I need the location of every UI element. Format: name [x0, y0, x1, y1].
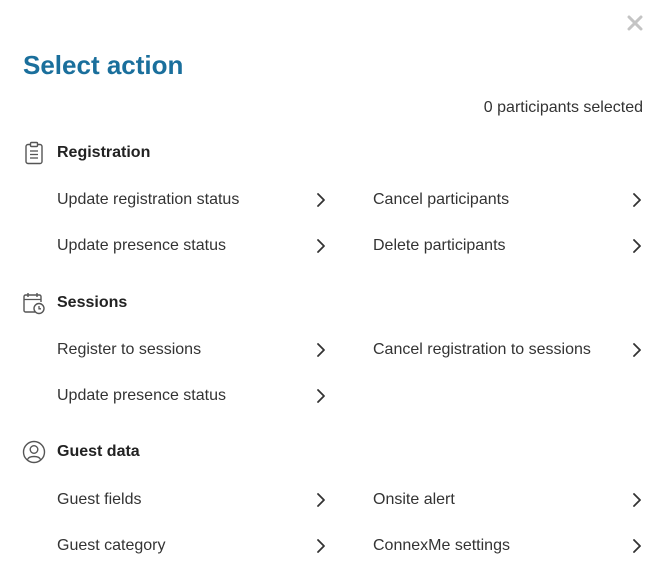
action-connexme-settings[interactable]: ConnexMe settings [373, 531, 644, 561]
user-circle-icon [22, 440, 46, 464]
action-register-to-sessions[interactable]: Register to sessions [57, 335, 328, 365]
chevron-right-icon [314, 192, 328, 208]
action-label: Delete participants [373, 237, 506, 254]
action-label: Onsite alert [373, 491, 455, 508]
chevron-right-icon [314, 238, 328, 254]
close-icon [627, 15, 643, 36]
section-title: Guest data [57, 443, 140, 460]
calendar-clock-icon [22, 291, 46, 315]
clipboard-icon [22, 141, 46, 165]
selected-count: 0 participants selected [483, 99, 643, 116]
action-label: Register to sessions [57, 341, 202, 358]
action-cancel-registration-to-sessions[interactable]: Cancel registration to sessions [373, 335, 644, 365]
section-sessions: Sessions [22, 291, 127, 315]
action-label: Cancel registration to sessions [373, 341, 591, 358]
chevron-right-icon [630, 538, 644, 554]
action-label: Cancel participants [373, 191, 510, 208]
action-guest-category[interactable]: Guest category [57, 531, 328, 561]
section-registration: Registration [22, 141, 150, 165]
chevron-right-icon [630, 492, 644, 508]
chevron-right-icon [314, 538, 328, 554]
action-label: Update registration status [57, 191, 240, 208]
action-cancel-participants[interactable]: Cancel participants [373, 185, 644, 215]
action-onsite-alert[interactable]: Onsite alert [373, 485, 644, 515]
action-update-session-presence-status[interactable]: Update presence status [57, 381, 328, 411]
chevron-right-icon [314, 492, 328, 508]
section-title: Sessions [57, 294, 128, 311]
section-guest-data: Guest data [22, 440, 140, 464]
chevron-right-icon [630, 192, 644, 208]
action-label: ConnexMe settings [373, 537, 510, 554]
action-label: Update presence status [57, 237, 226, 254]
action-label: Update presence status [57, 387, 226, 404]
dialog-title: Select action [23, 50, 184, 80]
action-delete-participants[interactable]: Delete participants [373, 231, 644, 261]
section-title: Registration [57, 144, 151, 161]
action-update-registration-status[interactable]: Update registration status [57, 185, 328, 215]
action-update-presence-status[interactable]: Update presence status [57, 231, 328, 261]
chevron-right-icon [630, 238, 644, 254]
chevron-right-icon [314, 388, 328, 404]
chevron-right-icon [630, 342, 644, 358]
action-label: Guest fields [57, 491, 142, 508]
action-label: Guest category [57, 537, 166, 554]
close-button[interactable] [625, 15, 645, 35]
action-guest-fields[interactable]: Guest fields [57, 485, 328, 515]
chevron-right-icon [314, 342, 328, 358]
